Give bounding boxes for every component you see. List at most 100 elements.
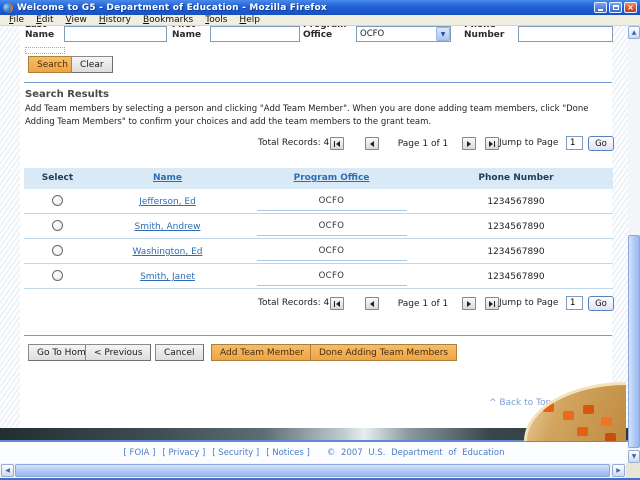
classroom-chairs-image bbox=[524, 382, 626, 441]
vertical-scrollbar-thumb[interactable] bbox=[628, 235, 640, 448]
first-name-input[interactable] bbox=[210, 26, 300, 42]
window-title: Welcome to G5 - Department of Education … bbox=[17, 2, 327, 13]
table-row: Washington, Ed OCFO 1234567890 bbox=[24, 239, 613, 264]
previous-page-button[interactable] bbox=[365, 297, 379, 310]
scroll-left-button[interactable]: ◀ bbox=[1, 464, 14, 477]
scroll-right-button[interactable]: ▶ bbox=[612, 464, 625, 477]
page-content: Last Name First Name Program Office OCFO… bbox=[0, 26, 628, 463]
previous-page-icon bbox=[370, 300, 374, 307]
scroll-down-button[interactable]: ▼ bbox=[628, 450, 640, 463]
header-program-office-label[interactable]: Program Office bbox=[294, 173, 370, 183]
header-name-sort-link[interactable]: Name bbox=[91, 168, 244, 189]
next-page-button[interactable] bbox=[462, 297, 476, 310]
select-radio[interactable] bbox=[52, 195, 63, 206]
first-page-icon bbox=[334, 300, 340, 307]
menu-bookmarks[interactable]: Bookmarks bbox=[138, 15, 200, 25]
pagination-bottom: Total Records: 4 Page 1 of 1 Jump to Pag… bbox=[25, 294, 614, 314]
total-records-label: Total Records: 4 bbox=[258, 298, 330, 308]
footer-link-security[interactable]: [ Security ] bbox=[212, 448, 259, 458]
focus-marker bbox=[25, 47, 65, 54]
phone-number-value: 1234567890 bbox=[487, 272, 545, 282]
person-name-link[interactable]: Jefferson, Ed bbox=[139, 191, 196, 207]
table-body: Jefferson, Ed OCFO 1234567890 Smith, And… bbox=[24, 189, 613, 289]
table-row: Jefferson, Ed OCFO 1234567890 bbox=[24, 189, 613, 214]
total-records-label: Total Records: 4 bbox=[258, 138, 330, 148]
divider bbox=[24, 82, 612, 83]
menu-file[interactable]: File bbox=[4, 15, 31, 25]
chevron-down-icon[interactable]: ▼ bbox=[436, 27, 450, 41]
footer-link-foia[interactable]: [ FOIA ] bbox=[124, 448, 156, 458]
person-name-link[interactable]: Smith, Andrew bbox=[135, 216, 201, 232]
program-office-selected-value: OCFO bbox=[360, 29, 385, 39]
jump-to-page-label: Jump to Page bbox=[499, 298, 559, 308]
previous-button[interactable]: < Previous bbox=[85, 344, 152, 361]
phone-number-value: 1234567890 bbox=[487, 222, 545, 232]
go-button[interactable]: Go bbox=[588, 296, 614, 311]
table-header-row: Select Name Program Office Phone Number bbox=[24, 168, 613, 189]
horizontal-scrollbar[interactable]: ◀ ▶ bbox=[0, 463, 640, 478]
table-row: Smith, Andrew OCFO 1234567890 bbox=[24, 214, 613, 239]
vertical-scrollbar[interactable]: ▲ ▼ bbox=[628, 26, 640, 463]
next-page-icon bbox=[467, 140, 471, 147]
header-phone-number: Phone Number bbox=[478, 173, 554, 183]
minimize-button[interactable] bbox=[594, 2, 607, 13]
page-status-label: Page 1 of 1 bbox=[397, 299, 449, 309]
last-name-label: Last Name bbox=[25, 26, 55, 40]
footer-link-notices[interactable]: [ Notices ] bbox=[266, 448, 310, 458]
instructions-text: Add Team members by selecting a person a… bbox=[25, 104, 589, 127]
clear-button[interactable]: Clear bbox=[71, 56, 113, 73]
phone-number-value: 1234567890 bbox=[487, 197, 545, 207]
jump-to-page-input[interactable] bbox=[566, 296, 583, 310]
select-radio[interactable] bbox=[52, 270, 63, 281]
horizontal-scrollbar-thumb[interactable] bbox=[15, 464, 610, 477]
last-name-input[interactable] bbox=[64, 26, 167, 42]
jump-to-page-input[interactable] bbox=[566, 136, 583, 150]
first-page-button[interactable] bbox=[330, 297, 344, 310]
program-office-select[interactable]: OCFO ▼ bbox=[356, 26, 451, 42]
cancel-button[interactable]: Cancel bbox=[155, 344, 204, 361]
divider bbox=[24, 335, 612, 336]
right-margin-stripes bbox=[612, 26, 628, 428]
program-office-value: OCFO bbox=[256, 221, 407, 236]
maximize-button[interactable] bbox=[609, 2, 622, 13]
pagination-top: Total Records: 4 Page 1 of 1 Jump to Pag… bbox=[25, 134, 614, 154]
header-program-office-sort-link[interactable]: Program Office bbox=[244, 168, 419, 189]
scrollbar-corner bbox=[626, 463, 640, 478]
search-results-heading: Search Results bbox=[25, 89, 109, 100]
footer-link-privacy[interactable]: [ Privacy ] bbox=[162, 448, 205, 458]
window-controls: × bbox=[594, 2, 637, 13]
phone-number-value: 1234567890 bbox=[487, 247, 545, 257]
program-office-value: OCFO bbox=[256, 196, 407, 211]
menu-view[interactable]: View bbox=[61, 15, 94, 25]
menu-edit[interactable]: Edit bbox=[31, 15, 60, 25]
person-name-link[interactable]: Washington, Ed bbox=[132, 241, 202, 257]
header-select: Select bbox=[41, 173, 74, 183]
last-page-button[interactable] bbox=[485, 137, 499, 150]
search-button[interactable]: Search bbox=[28, 56, 77, 73]
last-page-button[interactable] bbox=[485, 297, 499, 310]
previous-page-button[interactable] bbox=[365, 137, 379, 150]
scroll-up-button[interactable]: ▲ bbox=[628, 26, 640, 39]
header-name-label[interactable]: Name bbox=[153, 173, 182, 183]
menu-tools[interactable]: Tools bbox=[200, 15, 234, 25]
menu-help[interactable]: Help bbox=[234, 15, 267, 25]
next-page-button[interactable] bbox=[462, 137, 476, 150]
last-page-icon bbox=[489, 140, 495, 147]
jump-to-page-label: Jump to Page bbox=[499, 138, 559, 148]
select-radio[interactable] bbox=[52, 245, 63, 256]
select-radio[interactable] bbox=[52, 220, 63, 231]
menu-history[interactable]: History bbox=[94, 15, 138, 25]
first-page-button[interactable] bbox=[330, 137, 344, 150]
copyright-text: © 2007 U.S. Department of Education bbox=[326, 448, 505, 458]
phone-number-input[interactable] bbox=[518, 26, 613, 42]
next-page-icon bbox=[467, 300, 471, 307]
last-page-icon bbox=[489, 300, 495, 307]
go-button[interactable]: Go bbox=[588, 136, 614, 151]
firefox-icon bbox=[3, 2, 13, 13]
add-team-member-button[interactable]: Add Team Member bbox=[211, 344, 313, 361]
person-name-link[interactable]: Smith, Janet bbox=[140, 266, 195, 282]
window-titlebar: Welcome to G5 - Department of Education … bbox=[0, 0, 640, 15]
close-button[interactable]: × bbox=[624, 2, 637, 13]
done-adding-team-members-button[interactable]: Done Adding Team Members bbox=[310, 344, 458, 361]
phone-number-label: Phone Number bbox=[464, 26, 505, 40]
